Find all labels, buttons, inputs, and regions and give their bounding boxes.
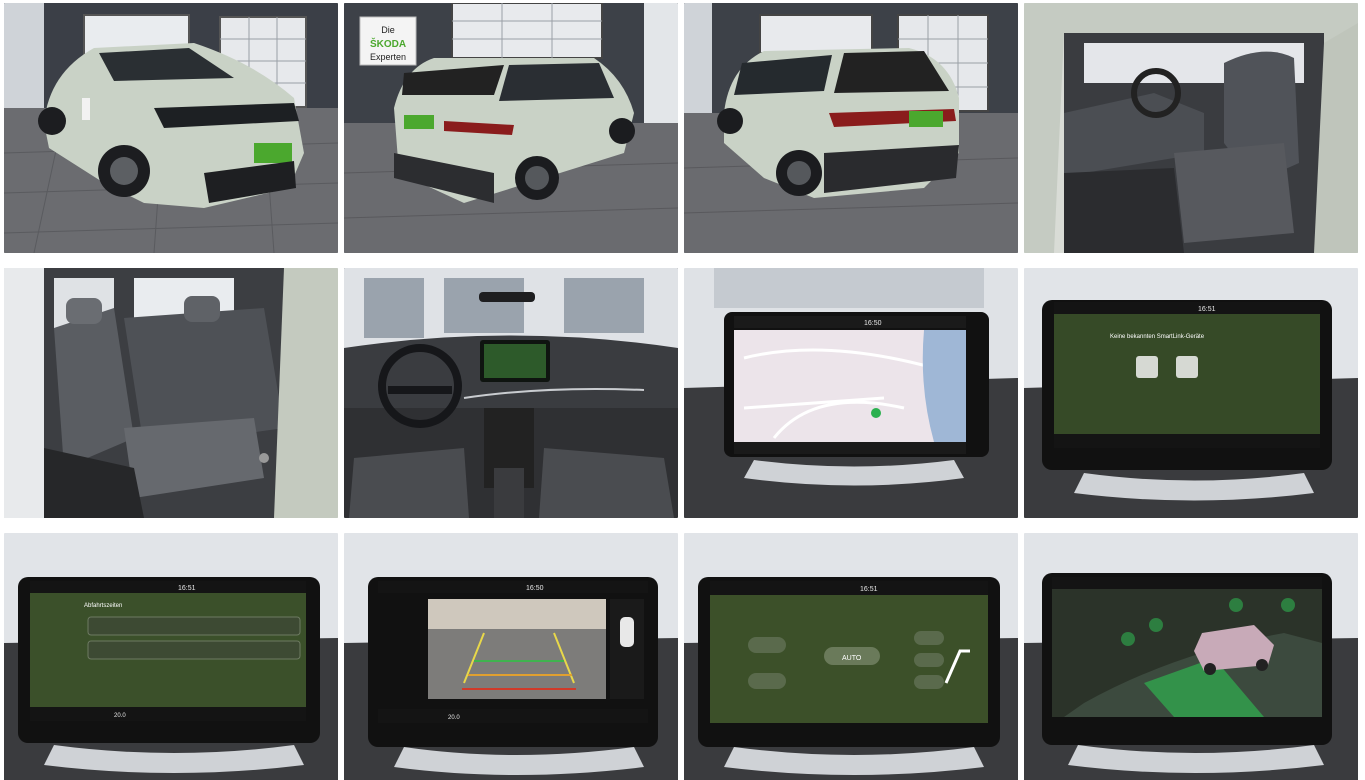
gallery-photo-front-seats[interactable] [1024, 3, 1358, 253]
photo-screen-map: 16:50 [684, 268, 1018, 518]
gallery-photo-screen-climate[interactable]: 16:51 AUTO [684, 533, 1018, 780]
camera-temp: 20.0 [448, 715, 460, 721]
photo-front-seats [1024, 3, 1358, 253]
photo-screen-smartlink: 16:51 Keine bekannten SmartLink-Geräte [1024, 268, 1358, 518]
gallery-photo-rear[interactable] [684, 3, 1018, 253]
climate-clock: 16:51 [860, 586, 878, 593]
photo-rear-exterior-2 [684, 3, 1018, 253]
photo-screen-schedule: 16:51 Abfahrtszeiten 20.0 [4, 533, 338, 780]
map-clock: 16:50 [864, 320, 882, 327]
gallery-photo-screen-schedule[interactable]: 16:51 Abfahrtszeiten 20.0 [4, 533, 338, 780]
sign-line1: Die [381, 25, 395, 35]
gallery-photo-rear-seats[interactable] [4, 268, 338, 518]
gallery-photo-screen-smartlink[interactable]: 16:51 Keine bekannten SmartLink-Geräte [1024, 268, 1358, 518]
gallery-photo-front[interactable] [4, 3, 338, 253]
smartlink-title: Keine bekannten SmartLink-Geräte [1110, 334, 1205, 340]
gallery-photo-screen-assist[interactable] [1024, 533, 1358, 780]
gallery-photo-rear-showroom[interactable]: Die ŠKODA Experten [344, 3, 678, 253]
photo-screen-camera: 16:50 20.0 [344, 533, 678, 780]
sign-line2: ŠKODA [370, 37, 406, 50]
photo-screen-climate: 16:51 AUTO [684, 533, 1018, 780]
gallery-photo-dashboard[interactable] [344, 268, 678, 518]
climate-auto: AUTO [842, 655, 862, 662]
sign-line3: Experten [370, 52, 406, 62]
schedule-title: Abfahrtszeiten [84, 603, 122, 609]
photo-rear-seats [4, 268, 338, 518]
photo-rear-exterior: Die ŠKODA Experten [344, 3, 678, 253]
photo-dashboard [344, 268, 678, 518]
smartlink-clock: 16:51 [1198, 306, 1216, 313]
photo-gallery: Die ŠKODA Experten 16:50 16:51 Keine bek… [0, 0, 1365, 780]
schedule-clock: 16:51 [178, 585, 196, 592]
photo-front-exterior [4, 3, 338, 253]
gallery-photo-screen-camera[interactable]: 16:50 20.0 [344, 533, 678, 780]
schedule-temp: 20.0 [114, 713, 126, 719]
camera-clock: 16:50 [526, 585, 544, 592]
gallery-photo-screen-map[interactable]: 16:50 [684, 268, 1018, 518]
photo-screen-assist [1024, 533, 1358, 780]
